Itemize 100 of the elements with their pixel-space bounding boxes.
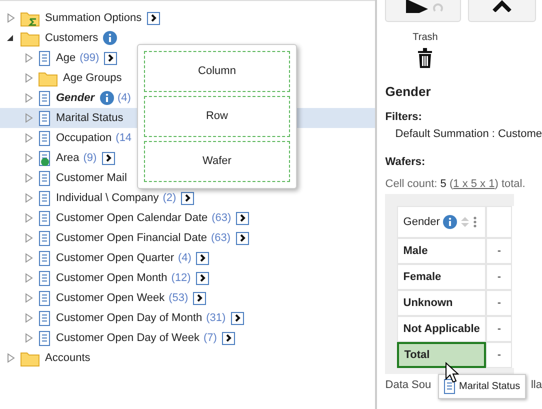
tree-item-label[interactable]: Customer Mail <box>56 170 127 186</box>
expand-toggle-icon[interactable] <box>24 213 33 223</box>
tree-item-label[interactable]: Gender <box>56 90 95 106</box>
menu-button[interactable] <box>181 192 194 204</box>
expand-toggle-icon[interactable] <box>24 73 33 83</box>
menu-button[interactable] <box>230 312 244 324</box>
tree-item-label[interactable]: Customer Open Financial Date <box>56 230 208 246</box>
expand-toggle-icon[interactable] <box>6 13 15 23</box>
drag-preview: Marital Status <box>438 374 526 399</box>
expand-toggle-icon[interactable] <box>24 93 33 103</box>
menu-button[interactable] <box>236 232 249 244</box>
expand-toggle-icon[interactable] <box>24 133 33 143</box>
tree-item-label[interactable]: Marital Status <box>56 110 124 126</box>
dimensions-link[interactable]: 1 x 5 x 1 <box>453 178 495 190</box>
expand-toggle-icon[interactable] <box>6 353 15 363</box>
expand-toggle-icon[interactable] <box>24 173 33 183</box>
row-header-cell[interactable]: Unknown <box>397 290 486 316</box>
chevron-right-icon <box>107 54 114 62</box>
refresh-icon <box>432 3 444 13</box>
tree-item-label[interactable]: Customer Open Day of Week <box>56 330 200 346</box>
tree-item-label[interactable]: Customer Open Week <box>56 290 165 306</box>
row-header-cell[interactable]: Male <box>397 238 486 264</box>
menu-button[interactable] <box>222 332 235 344</box>
item-count: (63) <box>211 230 231 246</box>
table-cell: - <box>486 264 512 290</box>
chevron-right-icon <box>150 14 157 22</box>
tree-item-label[interactable]: Accounts <box>45 350 90 366</box>
tree-item-label[interactable]: Customer Open Quarter <box>56 250 174 266</box>
item-count: (12) <box>171 270 191 286</box>
expand-toggle-icon[interactable] <box>24 53 33 63</box>
filters-label: Filters: <box>385 111 423 124</box>
tree-item-label[interactable]: Individual \ Company <box>56 190 159 206</box>
table-cell: - <box>486 316 512 342</box>
chevron-right-icon <box>199 254 206 262</box>
table-cell: - <box>486 290 512 316</box>
item-count: (14 <box>116 130 132 146</box>
section-heading: Gender <box>385 84 432 100</box>
cell-count-text: Cell count: 5 (1 x 5 x 1) total. <box>385 178 526 191</box>
menu-button[interactable] <box>146 12 160 24</box>
info-icon <box>442 215 457 229</box>
chevron-right-icon <box>239 214 246 222</box>
wafers-label: Wafers: <box>385 156 426 169</box>
expand-toggle-icon[interactable] <box>24 333 33 343</box>
expand-toggle-icon[interactable] <box>24 233 33 243</box>
table-cell: - <box>486 238 512 264</box>
drop-zone[interactable]: Row <box>144 96 290 137</box>
row-header-cell[interactable]: Female <box>397 264 486 290</box>
tree-item-label[interactable]: Age Groups <box>63 70 122 86</box>
item-count: (53) <box>168 290 188 306</box>
tree-item-label[interactable]: Customers <box>45 30 98 46</box>
item-count: (31) <box>206 310 226 326</box>
menu-button[interactable] <box>196 272 209 284</box>
menu-button[interactable] <box>102 152 115 164</box>
item-count: (4) <box>178 250 192 266</box>
tree-item-label[interactable]: Area <box>56 150 80 166</box>
table-cell: - <box>486 342 512 368</box>
document-icon <box>443 378 456 395</box>
expand-toggle-icon[interactable] <box>24 113 33 123</box>
tree-item-label[interactable]: Customer Open Calendar Date <box>56 210 208 226</box>
tree-item-label[interactable]: Summation Options <box>45 10 142 26</box>
collapse-toggle-icon[interactable] <box>6 33 15 43</box>
chevron-right-icon <box>196 294 204 302</box>
filter-text: Default Summation : Custome <box>395 128 542 141</box>
tree-item-label[interactable]: Occupation <box>56 130 112 146</box>
row-header-cell[interactable]: Total <box>397 342 486 368</box>
chevron-right-icon <box>224 334 232 342</box>
chevron-right-icon <box>234 314 241 322</box>
item-count: (63) <box>212 210 232 226</box>
chevron-right-icon <box>198 274 206 282</box>
column-header[interactable]: Gender <box>397 206 486 238</box>
cursor-icon <box>445 362 459 383</box>
expand-toggle-icon[interactable] <box>24 273 33 283</box>
expand-toggle-icon[interactable] <box>24 313 33 323</box>
tree-item-label[interactable]: Age <box>56 50 76 66</box>
item-count: (4) <box>118 90 131 106</box>
row-header-cell[interactable]: Not Applicable <box>397 316 486 342</box>
drop-zone[interactable]: Wafer <box>144 141 290 182</box>
menu-button[interactable] <box>193 292 206 304</box>
trash-label: Trash <box>412 32 438 44</box>
item-count: (9) <box>83 150 97 166</box>
item-count: (7) <box>203 330 217 346</box>
tree-item-label[interactable]: Customer Open Day of Month <box>56 310 202 326</box>
menu-button[interactable] <box>236 212 250 224</box>
tree-item-label[interactable]: Customer Open Month <box>56 270 168 286</box>
close-icon <box>492 0 512 12</box>
expand-toggle-icon[interactable] <box>24 153 33 163</box>
more-options-icon[interactable] <box>472 216 477 228</box>
expand-toggle-icon[interactable] <box>24 193 33 203</box>
menu-button[interactable] <box>196 252 210 264</box>
sort-icon <box>460 216 470 228</box>
item-count: (2) <box>162 190 176 206</box>
item-count: (99) <box>80 50 100 66</box>
expand-toggle-icon[interactable] <box>24 293 33 303</box>
drop-zone[interactable]: Column <box>144 51 290 92</box>
chevron-right-icon <box>184 194 192 202</box>
trash-icon[interactable] <box>418 48 432 68</box>
chevron-right-icon <box>104 154 112 162</box>
footnote-text: Data Sou <box>385 379 432 392</box>
expand-toggle-icon[interactable] <box>24 253 33 263</box>
menu-button[interactable] <box>104 52 118 64</box>
